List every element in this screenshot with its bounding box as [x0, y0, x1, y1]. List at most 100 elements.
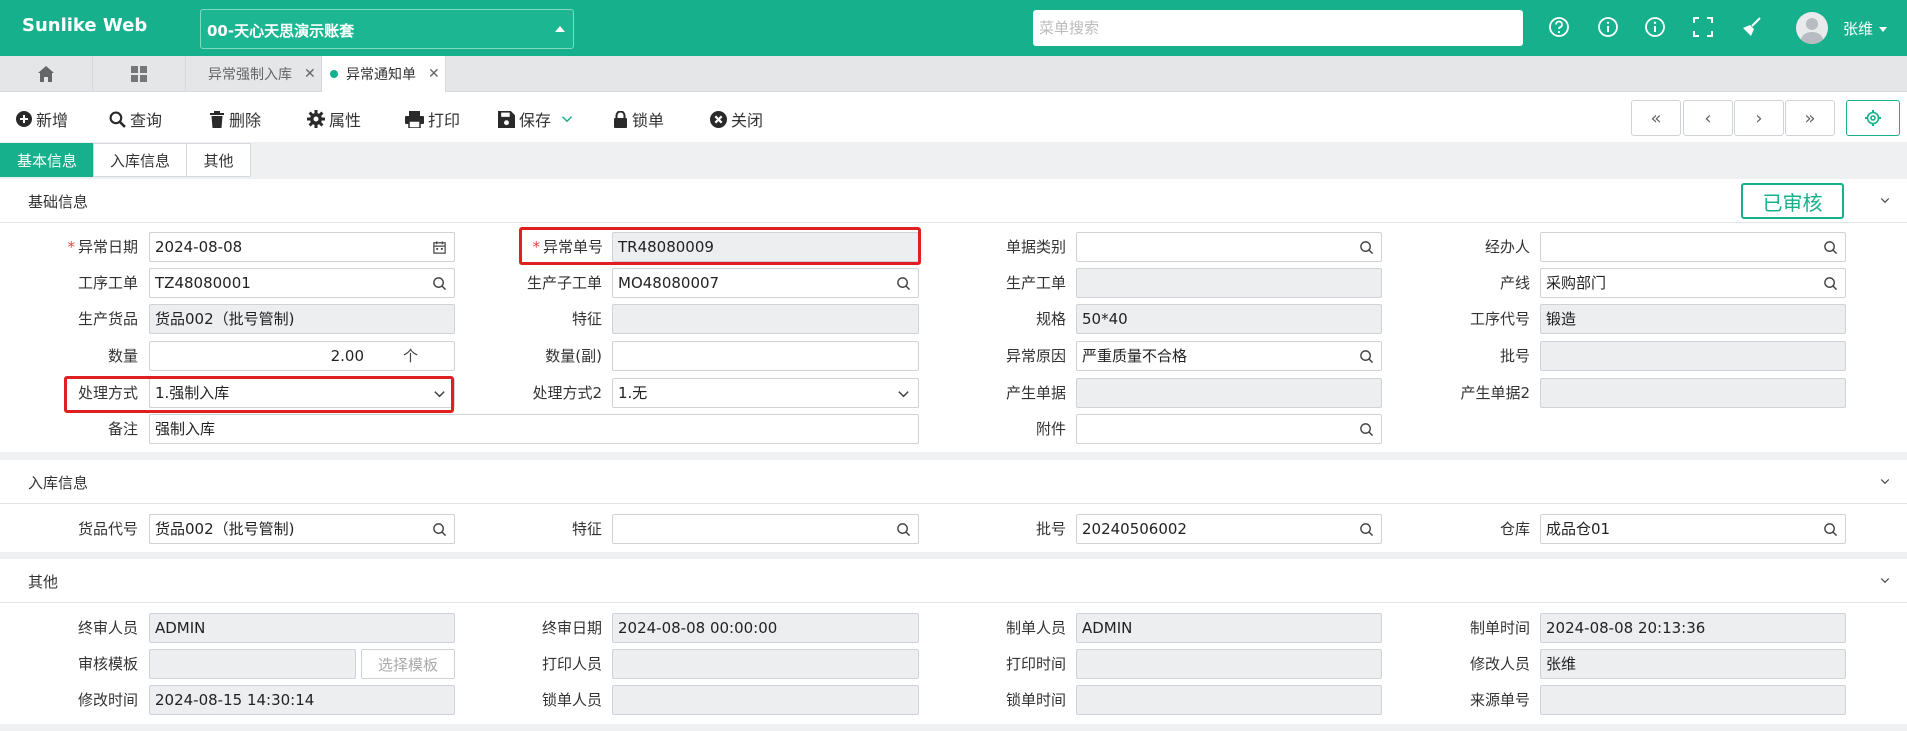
help-icon[interactable]	[1548, 16, 1570, 38]
close-icon[interactable]: ✕	[428, 66, 440, 82]
abnormal-reason-label: 异常原因	[1005, 347, 1066, 365]
search-icon[interactable]	[1823, 276, 1838, 291]
search-icon[interactable]	[432, 522, 447, 537]
create-time-label: 制单时间	[1469, 619, 1530, 637]
caret-up-icon	[555, 26, 565, 32]
lock-icon	[614, 110, 627, 128]
new-button[interactable]: 新增	[16, 107, 68, 131]
quantity-unit: 个	[403, 347, 419, 365]
lock-time-label: 锁单时间	[1005, 691, 1066, 709]
production-line-field[interactable]: 采购部门	[1540, 268, 1846, 298]
account-name: 00-天心天思演示账套	[207, 22, 355, 40]
warehouse-field[interactable]: 成品仓01	[1540, 514, 1846, 544]
modify-time-field: 2024-08-15 14:30:14	[149, 685, 455, 715]
toolbar: 新增 查询 删除 属性 打印 保存 锁单 关闭 « ‹ › »	[0, 92, 1907, 142]
quantity-value: 2.00	[330, 347, 364, 365]
final-audit-date-field: 2024-08-08 00:00:00	[612, 613, 919, 643]
properties-button[interactable]: 属性	[307, 107, 361, 131]
abnormal-date-field[interactable]: 2024-08-08	[149, 232, 455, 262]
delete-button[interactable]: 删除	[209, 107, 261, 131]
process-order-label: 工序工单	[77, 274, 138, 292]
doc-category-field[interactable]	[1076, 232, 1382, 262]
floppy-icon	[498, 110, 515, 128]
quantity-sub-field[interactable]	[612, 341, 919, 371]
search-icon[interactable]	[896, 276, 911, 291]
next-record-button[interactable]: ›	[1734, 100, 1784, 136]
tabs-row: 异常强制入库 ✕ 异常通知单 ✕	[0, 56, 1907, 92]
tab-other[interactable]: 其他	[186, 143, 251, 177]
first-record-button[interactable]: «	[1631, 100, 1681, 136]
goods-code-field[interactable]: 货品002（批号管制)	[149, 514, 455, 544]
section-header[interactable]: 入库信息	[0, 460, 1907, 504]
broom-icon[interactable]	[1741, 16, 1763, 38]
save-label: 保存	[519, 111, 552, 130]
feature-field	[612, 304, 919, 334]
close-icon[interactable]: ✕	[304, 66, 316, 82]
spec-label: 规格	[1035, 310, 1066, 328]
batch-no-field	[1540, 341, 1846, 371]
section-header[interactable]: 基础信息 已审核	[0, 179, 1907, 223]
quantity-field[interactable]: 2.00 个	[149, 341, 455, 371]
calendar-icon[interactable]	[432, 240, 447, 255]
search-icon[interactable]	[1359, 422, 1374, 437]
save-button[interactable]: 保存	[498, 107, 577, 131]
handling-method2-select[interactable]: 1.无	[612, 378, 919, 408]
info-icon[interactable]	[1597, 16, 1619, 38]
printer-icon	[405, 110, 424, 128]
last-record-button[interactable]: »	[1785, 100, 1835, 136]
wh-batch-no-field[interactable]: 20240506002	[1076, 514, 1382, 544]
section-title: 其他	[28, 573, 59, 591]
section-header[interactable]: 其他	[0, 559, 1907, 603]
prev-record-button[interactable]: ‹	[1683, 100, 1733, 136]
generated-doc2-field	[1540, 378, 1846, 408]
tab-warehousing-info[interactable]: 入库信息	[93, 143, 187, 177]
tab-basic-info[interactable]: 基本信息	[0, 143, 94, 177]
attachment-field[interactable]	[1076, 414, 1382, 444]
printer-label: 打印人员	[541, 655, 602, 673]
print-button[interactable]: 打印	[405, 107, 460, 131]
select-template-button[interactable]: 选择模板	[361, 649, 455, 679]
home-tab[interactable]	[0, 56, 93, 92]
user-name[interactable]: 张维	[1843, 18, 1887, 39]
chevron-down-icon[interactable]	[1879, 574, 1891, 586]
production-sub-order-field[interactable]: MO48080007	[612, 268, 919, 298]
settings-button[interactable]	[1846, 100, 1900, 136]
process-order-field[interactable]: TZ48080001	[149, 268, 455, 298]
remark-field[interactable]: 强制入库	[149, 414, 919, 444]
lock-button[interactable]: 锁单	[613, 107, 664, 131]
menu-search-input[interactable]	[1033, 10, 1523, 46]
search-icon[interactable]	[1823, 522, 1838, 537]
handler-field[interactable]	[1540, 232, 1846, 262]
avatar[interactable]	[1796, 12, 1828, 44]
print-time-label: 打印时间	[1005, 655, 1066, 673]
status-badge: 已审核	[1741, 183, 1844, 219]
search-icon[interactable]	[1823, 240, 1838, 255]
goods-code-label: 货品代号	[77, 520, 138, 538]
apps-tab[interactable]	[93, 56, 186, 92]
chevron-down-icon[interactable]	[1879, 475, 1891, 487]
search-icon[interactable]	[1359, 349, 1374, 364]
printer-field	[612, 649, 919, 679]
quantity-label: 数量	[107, 347, 138, 365]
search-icon[interactable]	[1359, 522, 1374, 537]
account-selector[interactable]: 00-天心天思演示账套	[200, 9, 574, 49]
abnormal-reason-field[interactable]: 严重质量不合格	[1076, 341, 1382, 371]
search-icon[interactable]	[1359, 240, 1374, 255]
close-button[interactable]: 关闭	[710, 107, 763, 131]
other-section: 其他 终审人员 ADMIN 终审日期 2024-08-08 00:00:00 制…	[0, 559, 1907, 724]
print-label: 打印	[428, 111, 461, 130]
query-button[interactable]: 查询	[109, 107, 162, 131]
chevron-down-icon[interactable]	[561, 113, 573, 125]
chevron-down-icon[interactable]	[1879, 194, 1891, 206]
tab-forced-warehousing[interactable]: 异常强制入库 ✕	[192, 56, 322, 92]
chevron-down-icon[interactable]	[896, 386, 911, 401]
fullscreen-icon[interactable]	[1692, 16, 1714, 38]
about-icon[interactable]	[1644, 16, 1666, 38]
search-icon[interactable]	[432, 276, 447, 291]
close-label: 关闭	[731, 111, 764, 130]
tab-abnormal-notice[interactable]: 异常通知单 ✕	[322, 56, 446, 92]
wh-feature-field[interactable]	[612, 514, 919, 544]
brand-logo: Sunlike Web	[22, 15, 148, 36]
close-circle-icon	[710, 110, 727, 128]
search-icon[interactable]	[896, 522, 911, 537]
